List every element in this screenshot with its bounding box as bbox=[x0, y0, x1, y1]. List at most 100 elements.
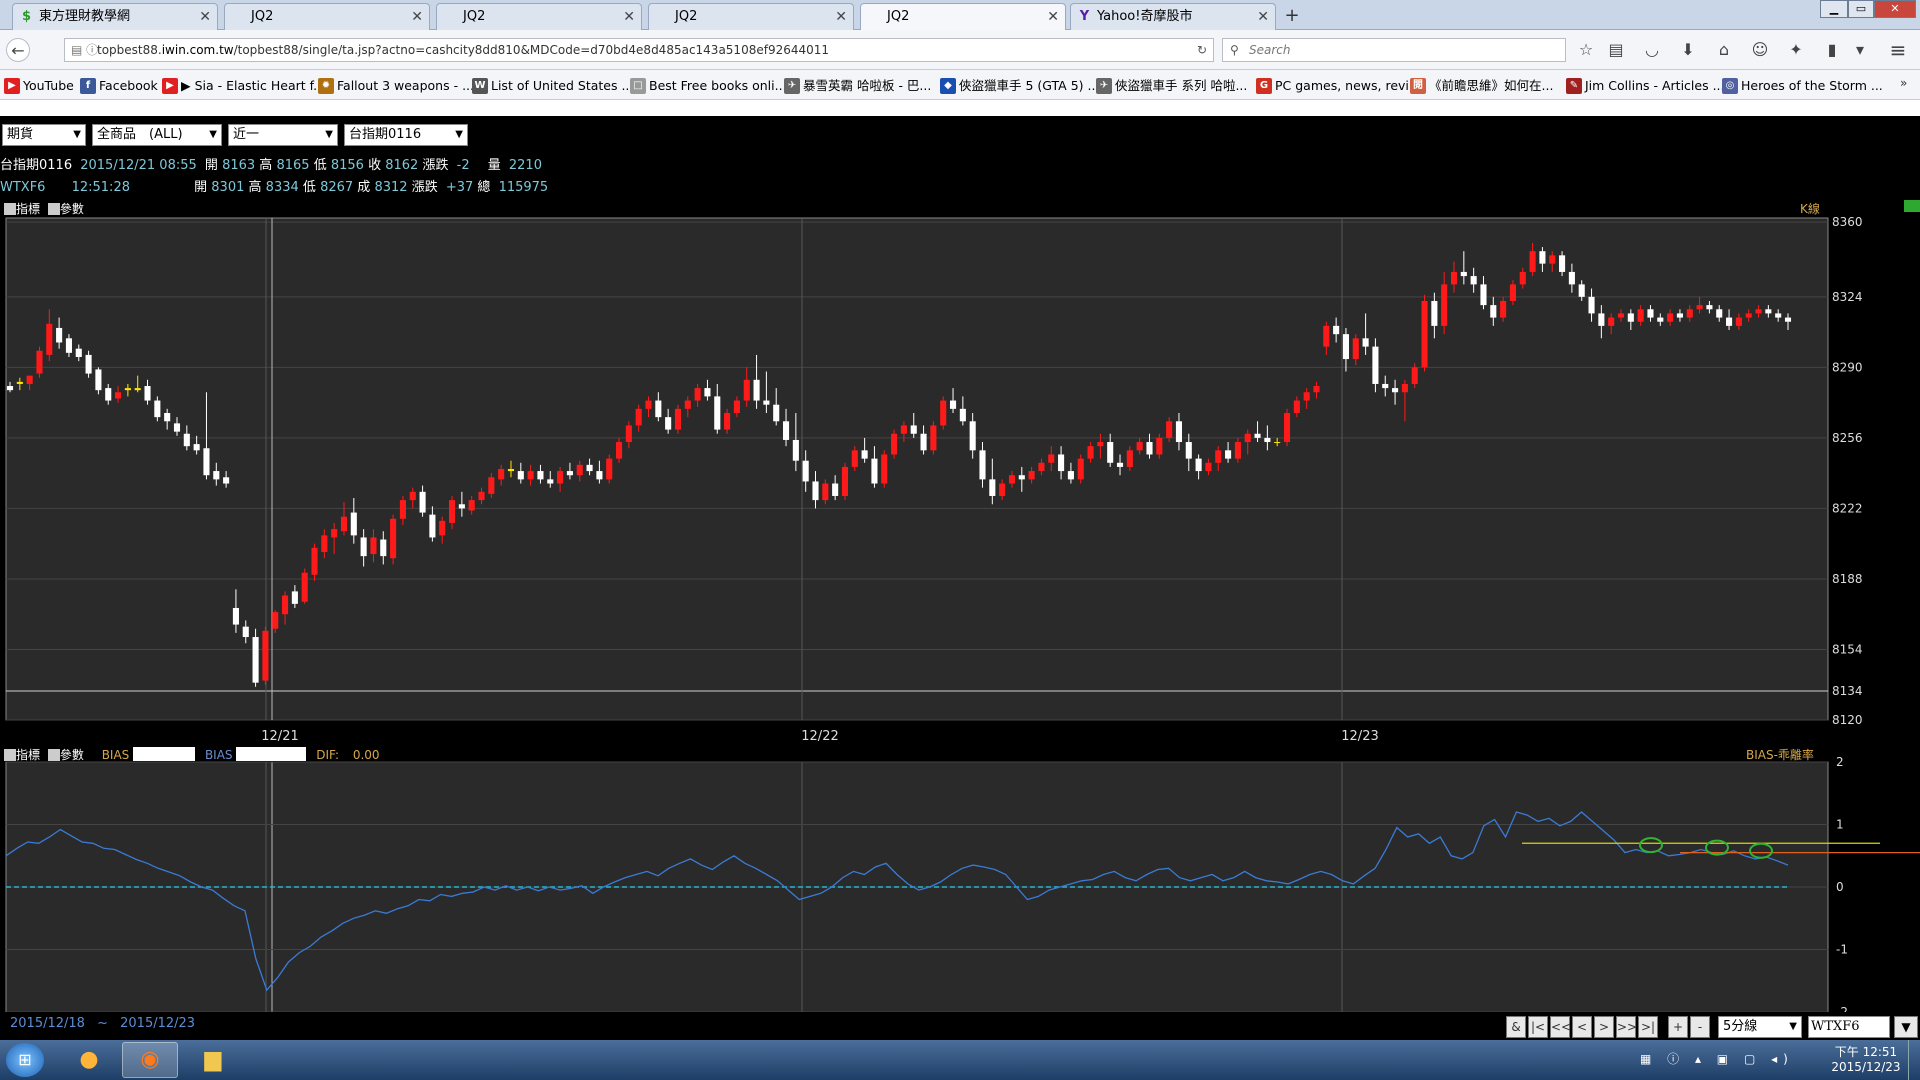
kline-y-tick: 8188 bbox=[1832, 572, 1863, 586]
bookmark-item[interactable]: G PC games, news, revi... bbox=[1256, 77, 1421, 95]
bookmark-label: YouTube bbox=[23, 78, 74, 93]
candle-body bbox=[173, 423, 181, 432]
tab-3[interactable]: JQ2 ✕ bbox=[436, 3, 642, 30]
candle-body bbox=[331, 529, 338, 538]
candle-body bbox=[350, 512, 357, 536]
bookmark-item[interactable]: ✈ 俠盜獵車手 系列 哈啦... bbox=[1096, 77, 1247, 95]
candle-body bbox=[1480, 284, 1487, 306]
firefox-taskbar-icon[interactable]: ◉ bbox=[122, 1042, 178, 1078]
candle-body bbox=[547, 479, 554, 484]
show-desktop-button[interactable] bbox=[1908, 1040, 1920, 1080]
tab-6[interactable]: Y Yahoo!奇摩股市 ✕ bbox=[1070, 3, 1276, 30]
tab-close-icon[interactable]: ✕ bbox=[835, 4, 847, 30]
nav-button-6[interactable]: >| bbox=[1638, 1016, 1658, 1038]
candle-body bbox=[1441, 284, 1448, 326]
candle-body bbox=[399, 500, 406, 519]
candle-body bbox=[134, 388, 141, 391]
candle-body bbox=[871, 458, 878, 484]
bookmark-item[interactable]: □ Best Free books onli... bbox=[630, 77, 787, 95]
tab-1[interactable]: $ 東方理財教學網 ✕ bbox=[12, 3, 218, 30]
messenger-icon[interactable]: ● bbox=[66, 1042, 112, 1078]
battery-icon[interactable]: ▮ bbox=[1820, 38, 1844, 62]
tab-close-icon[interactable]: ✕ bbox=[1257, 4, 1269, 30]
nav-button-3[interactable]: < bbox=[1572, 1016, 1592, 1038]
bookmark-item[interactable]: ▶ ▶ Sia - Elastic Heart f... bbox=[162, 77, 325, 95]
candle-body bbox=[448, 500, 456, 523]
candle-body bbox=[733, 400, 740, 413]
nav-button-5[interactable]: >> bbox=[1616, 1016, 1637, 1038]
bookmark-item[interactable]: ◎ Heroes of the Storm ... bbox=[1722, 77, 1883, 95]
candle-body bbox=[1775, 313, 1782, 318]
bias-y-tick: -1 bbox=[1836, 943, 1848, 957]
bookmark-icon: ✈ bbox=[784, 78, 800, 94]
candle-body bbox=[1421, 300, 1428, 368]
symbol-dropdown-icon[interactable]: ▼ bbox=[1894, 1016, 1918, 1038]
bookmark-item[interactable]: ✹ Fallout 3 weapons - ... bbox=[318, 77, 474, 95]
bookmark-item[interactable]: ◆ 俠盜獵車手 5 (GTA 5) ... bbox=[940, 77, 1099, 95]
candle-body bbox=[46, 323, 53, 355]
reload-icon[interactable]: ↻ bbox=[1197, 39, 1207, 61]
url-bar[interactable]: ▤ ⓘ topbest88.iwin.com.tw/topbest88/sing… bbox=[64, 38, 1214, 62]
nav-button-0[interactable]: & bbox=[1506, 1016, 1526, 1038]
bookmarks-overflow-icon[interactable]: » bbox=[1900, 76, 1907, 90]
candle-body bbox=[311, 547, 318, 575]
close-window-button[interactable]: ✕ bbox=[1874, 0, 1916, 18]
date-range-to: 2015/12/23 bbox=[120, 1016, 196, 1031]
tab-close-icon[interactable]: ✕ bbox=[1047, 4, 1059, 30]
tab-close-icon[interactable]: ✕ bbox=[623, 4, 635, 30]
bookmark-item[interactable]: ✈ 暴雪英霸 哈啦板 - 巴... bbox=[784, 77, 931, 95]
search-input[interactable]: ⚲ Search bbox=[1222, 38, 1566, 62]
bookmark-item[interactable]: ▶ YouTube bbox=[4, 77, 74, 95]
reading-list-icon[interactable]: ▤ bbox=[1604, 38, 1628, 62]
nav-button-8[interactable]: - bbox=[1690, 1016, 1710, 1038]
tab-5[interactable]: JQ2 ✕ bbox=[860, 3, 1066, 30]
interval-select[interactable]: 5分線 ▼ bbox=[1718, 1016, 1802, 1038]
dropdown-icon[interactable]: ▾ bbox=[1848, 38, 1872, 62]
candle-body bbox=[1028, 471, 1035, 480]
candle-body bbox=[26, 375, 33, 384]
nav-button-7[interactable]: + bbox=[1668, 1016, 1688, 1038]
bookmark-star-icon[interactable]: ☆ bbox=[1574, 38, 1598, 62]
candle-body bbox=[16, 381, 23, 384]
tab-4[interactable]: JQ2 ✕ bbox=[648, 3, 854, 30]
candle-body bbox=[85, 354, 92, 374]
kline-y-tick: 8360 bbox=[1832, 215, 1863, 229]
nav-button-1[interactable]: |< bbox=[1528, 1016, 1548, 1038]
new-tab-button[interactable]: + bbox=[1280, 4, 1304, 28]
extension-icon[interactable]: ✦ bbox=[1784, 38, 1808, 62]
system-tray-icons[interactable]: ▦ ⓘ ▴ ▣ ▢ ◂) bbox=[1640, 1050, 1794, 1067]
candle-body bbox=[498, 469, 505, 480]
explorer-icon[interactable]: ▆ bbox=[190, 1042, 236, 1078]
start-button[interactable]: ⊞ bbox=[6, 1043, 44, 1077]
bookmark-icon: 閱 bbox=[1410, 78, 1426, 94]
home-icon[interactable]: ⌂ bbox=[1712, 38, 1736, 62]
candle-body bbox=[1411, 367, 1418, 384]
chat-icon[interactable]: ☺ bbox=[1748, 38, 1772, 62]
candle-body bbox=[1765, 309, 1772, 314]
pocket-icon[interactable]: ◡ bbox=[1640, 38, 1664, 62]
back-button[interactable]: ← bbox=[6, 38, 30, 62]
download-icon[interactable]: ⬇ bbox=[1676, 38, 1700, 62]
candle-body bbox=[1549, 255, 1556, 264]
maximize-button[interactable]: ▭ bbox=[1848, 0, 1874, 18]
tab-2[interactable]: JQ2 ✕ bbox=[224, 3, 430, 30]
tab-close-icon[interactable]: ✕ bbox=[199, 4, 211, 30]
bookmark-item[interactable]: ✎ Jim Collins - Articles ... bbox=[1566, 77, 1725, 95]
tab-close-icon[interactable]: ✕ bbox=[411, 4, 423, 30]
candle-body bbox=[910, 425, 917, 434]
bookmark-item[interactable]: W List of United States ... bbox=[472, 77, 633, 95]
minimize-button[interactable]: ▁ bbox=[1820, 0, 1848, 18]
candle-body bbox=[1244, 433, 1251, 443]
candle-body bbox=[75, 348, 82, 357]
bookmark-item[interactable]: f Facebook bbox=[80, 77, 158, 95]
nav-button-4[interactable]: > bbox=[1594, 1016, 1614, 1038]
nav-button-2[interactable]: << bbox=[1550, 1016, 1571, 1038]
candle-body bbox=[115, 392, 122, 399]
candle-body bbox=[753, 379, 760, 401]
bookmark-item[interactable]: 閱《前瞻思維》如何在... bbox=[1410, 77, 1553, 95]
candle-body bbox=[1166, 421, 1173, 438]
menu-icon[interactable]: ≡ bbox=[1886, 38, 1910, 62]
candle-body bbox=[1077, 458, 1084, 480]
clock[interactable]: 下午 12:51 2015/12/23 bbox=[1826, 1043, 1906, 1074]
symbol-input[interactable]: WTXF6 bbox=[1808, 1016, 1890, 1038]
